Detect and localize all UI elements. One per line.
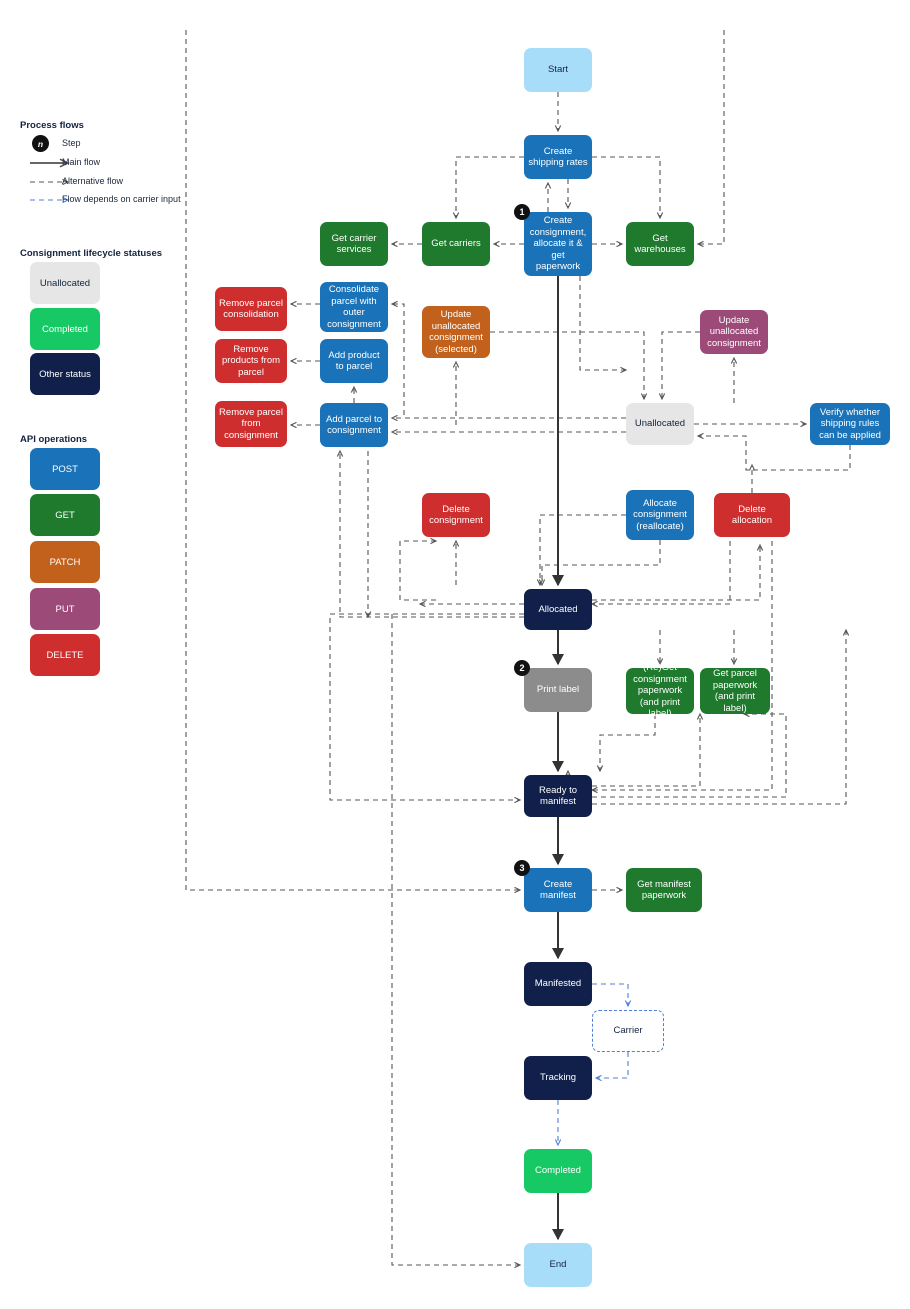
- legend-step-label: Step: [62, 138, 81, 148]
- node-unallocated[interactable]: Unallocated: [626, 403, 694, 445]
- node-print_label[interactable]: Print label: [524, 668, 592, 712]
- node-get_carriers[interactable]: Get carriers: [422, 222, 490, 266]
- step-badge-3: 3: [514, 860, 530, 876]
- node-manifested[interactable]: Manifested: [524, 962, 592, 1006]
- node-update_unallocated[interactable]: Update unallocated consignment: [700, 310, 768, 354]
- legend-process-flows-title: Process flows: [20, 120, 84, 131]
- legend-status-unallocated: Unallocated: [30, 262, 100, 304]
- legend-api-patch: PATCH: [30, 541, 100, 583]
- legend-statuses-title: Consignment lifecycle statuses: [20, 248, 163, 259]
- step-badge-2: 2: [514, 660, 530, 676]
- node-get_carrier_services[interactable]: Get carrier services: [320, 222, 388, 266]
- node-end[interactable]: End: [524, 1243, 592, 1287]
- node-completed[interactable]: Completed: [524, 1149, 592, 1193]
- node-ready_to_manifest[interactable]: Ready to manifest: [524, 775, 592, 817]
- node-remove_parcel_from_consignment[interactable]: Remove parcel from consignment: [215, 401, 287, 447]
- legend-status-completed: Completed: [30, 308, 100, 350]
- node-get_manifest_paperwork[interactable]: Get manifest paperwork: [626, 868, 702, 912]
- node-delete_allocation[interactable]: Delete allocation: [714, 493, 790, 537]
- node-start[interactable]: Start: [524, 48, 592, 92]
- node-allocated[interactable]: Allocated: [524, 589, 592, 630]
- node-add_product_to_parcel[interactable]: Add product to parcel: [320, 339, 388, 383]
- node-verify_shipping_rules[interactable]: Verify whether shipping rules can be app…: [810, 403, 890, 445]
- node-add_parcel_to_consignment[interactable]: Add parcel to consignment: [320, 403, 388, 447]
- node-create_consignment[interactable]: Create consignment, allocate it & get pa…: [524, 212, 592, 276]
- step-badge-1: 1: [514, 204, 530, 220]
- node-consolidate_parcel[interactable]: Consolidate parcel with outer consignmen…: [320, 282, 388, 332]
- legend-carrier-flow-label: Flow depends on carrier input: [62, 194, 181, 204]
- node-update_unallocated_selected[interactable]: Update unallocated consignment (selected…: [422, 306, 490, 358]
- node-reget_consignment_paperwork[interactable]: (Re)Get consignment paperwork (and print…: [626, 662, 694, 719]
- node-delete_consignment[interactable]: Delete consignment: [422, 493, 490, 537]
- legend-api-delete: DELETE: [30, 634, 100, 676]
- node-create_manifest[interactable]: Create manifest: [524, 868, 592, 912]
- flow-diagram-canvas: Process flows n Step Main flow Alternati…: [0, 0, 910, 1309]
- legend-api-get: GET: [30, 494, 100, 536]
- node-remove_products_from_parcel[interactable]: Remove products from parcel: [215, 339, 287, 383]
- legend-step-badge: n: [32, 135, 49, 152]
- legend-api-operations-title: API operations: [20, 434, 88, 445]
- node-allocate_consignment[interactable]: Allocate consignment (reallocate): [626, 490, 694, 540]
- node-get_warehouses[interactable]: Get warehouses: [626, 222, 694, 266]
- legend-alternative-flow-label: Alternative flow: [62, 176, 124, 186]
- legend-api-post: POST: [30, 448, 100, 490]
- node-carrier[interactable]: Carrier: [592, 1010, 664, 1052]
- node-tracking[interactable]: Tracking: [524, 1056, 592, 1100]
- legend-api-put: PUT: [30, 588, 100, 630]
- legend-main-flow-label: Main flow: [62, 157, 101, 167]
- legend-status-other: Other status: [30, 353, 100, 395]
- node-create_shipping_rates[interactable]: Create shipping rates: [524, 135, 592, 179]
- node-remove_parcel_consolidation[interactable]: Remove parcel consolidation: [215, 287, 287, 331]
- node-get_parcel_paperwork[interactable]: Get parcel paperwork (and print label): [700, 668, 770, 714]
